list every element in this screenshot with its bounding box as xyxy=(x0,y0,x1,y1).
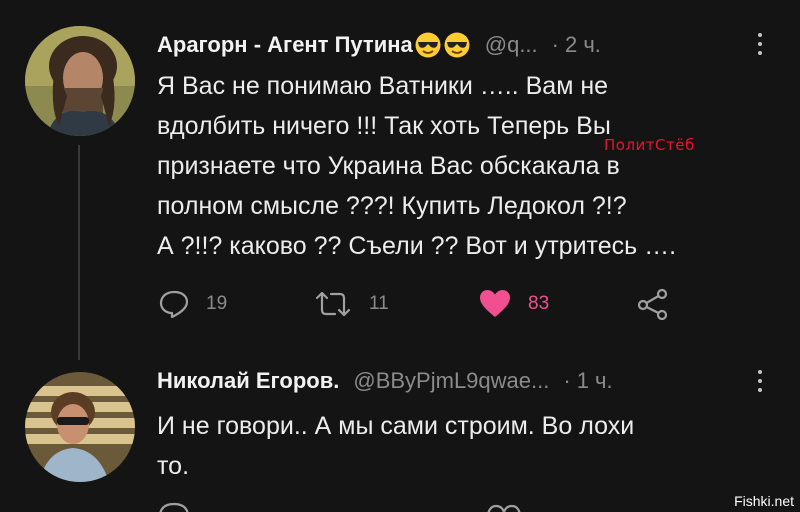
smiling-face-with-sunglasses-icon xyxy=(444,32,470,58)
tweet-header: Арагорн - Агент Путина @q... · 2 ч. xyxy=(157,30,601,60)
author-name[interactable]: Николай Егоров. xyxy=(157,368,339,394)
more-options-icon[interactable] xyxy=(758,33,764,55)
share-icon xyxy=(637,288,668,320)
smiling-face-with-sunglasses-icon xyxy=(415,32,441,58)
retweet-button[interactable]: 11 xyxy=(313,288,389,320)
reply-button[interactable]: 19 xyxy=(158,288,227,320)
like-button[interactable]: 83 xyxy=(478,288,549,320)
more-options-icon[interactable] xyxy=(758,370,764,392)
tweet-text: И не говори.. А мы сами строим. Во лохи … xyxy=(157,406,777,486)
tweet-text: Я Вас не понимаю Ватники ….. Вам не вдол… xyxy=(157,66,777,266)
timestamp[interactable]: 2 ч. xyxy=(565,32,601,58)
heart-icon xyxy=(480,290,510,317)
watermark-text: ПолитСтёб xyxy=(604,136,695,154)
tweet-line: полном смысле ???! Купить Ледокол ?!? xyxy=(157,192,627,220)
timestamp[interactable]: 1 ч. xyxy=(577,368,613,394)
tweet-line: то. xyxy=(157,452,190,480)
site-credit: Fishki.net xyxy=(734,493,794,509)
tweet-2: Николай Егоров. @BByPjmL9qwae... · 1 ч. … xyxy=(0,360,800,512)
avatar-image xyxy=(25,372,135,482)
reply-count: 19 xyxy=(206,293,228,314)
tweet-actions: 19 11 83 xyxy=(158,288,678,322)
retweet-count: 11 xyxy=(369,293,389,314)
tweet-header: Николай Егоров. @BByPjmL9qwae... · 1 ч. xyxy=(157,366,613,396)
share-button[interactable] xyxy=(636,288,670,320)
avatar-image xyxy=(25,26,135,136)
thread-line xyxy=(78,145,80,360)
tweet-line: Я Вас не понимаю Ватники ….. Вам не xyxy=(157,72,609,100)
avatar-nikolay[interactable] xyxy=(25,372,135,482)
author-name[interactable]: Арагорн - Агент Путина xyxy=(157,32,413,58)
tweet-line: И не говори.. А мы сами строим. Во лохи xyxy=(157,412,635,440)
partial-action-icons xyxy=(159,502,521,512)
reply-icon xyxy=(159,290,189,319)
author-handle[interactable]: @BByPjmL9qwae... xyxy=(353,368,549,394)
tweet-line: А ?!!? каково ?? Съели ?? Вот и утритесь… xyxy=(157,232,677,260)
avatar-aragorn[interactable] xyxy=(25,26,135,136)
author-handle[interactable]: @q... xyxy=(485,32,538,58)
separator-dot: · xyxy=(551,32,559,57)
tweet-1: Арагорн - Агент Путина @q... · 2 ч. Я Ва… xyxy=(0,0,800,360)
retweet-icon xyxy=(315,291,351,317)
separator-dot: · xyxy=(563,368,571,393)
like-count: 83 xyxy=(528,293,550,314)
next-tweet-actions-partial xyxy=(158,500,678,512)
